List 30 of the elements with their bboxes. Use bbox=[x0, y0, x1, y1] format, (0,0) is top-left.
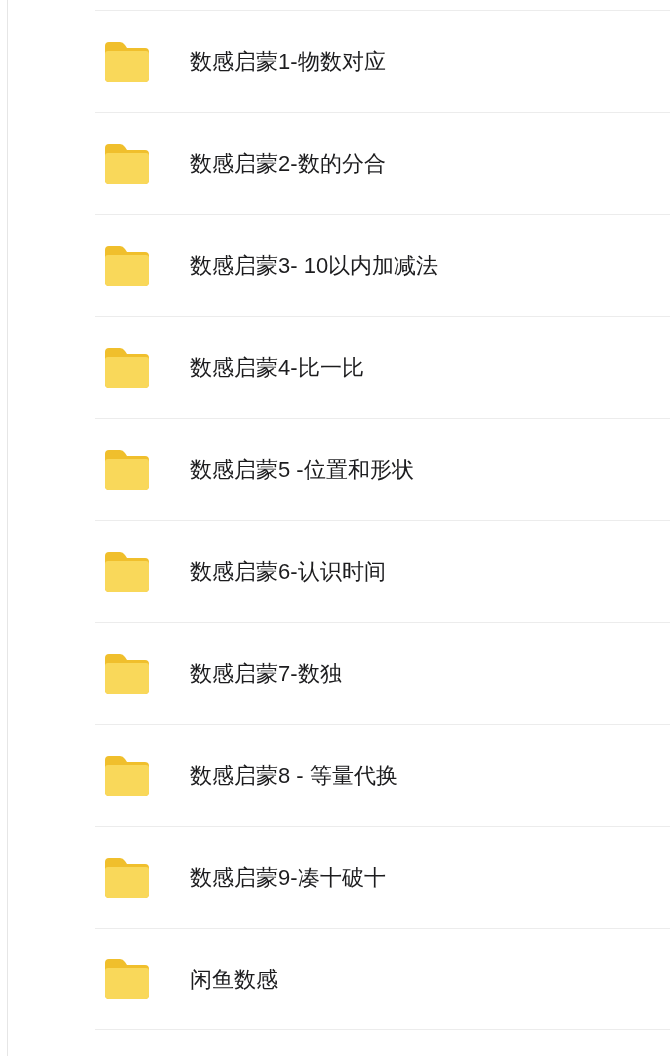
folder-name: 数感启蒙1-物数对应 bbox=[190, 48, 386, 76]
folder-row[interactable]: 数感启蒙8 - 等量代换 bbox=[95, 724, 670, 826]
folder-icon bbox=[103, 345, 151, 390]
folder-row[interactable]: 数感启蒙5 -位置和形状 bbox=[95, 418, 670, 520]
folder-icon bbox=[103, 855, 151, 900]
folder-row[interactable]: 数感启蒙3- 10以内加减法 bbox=[95, 214, 670, 316]
folder-icon bbox=[103, 651, 151, 696]
folder-row[interactable]: 数感启蒙2-数的分合 bbox=[95, 112, 670, 214]
folder-row[interactable]: 数感启蒙9-凑十破十 bbox=[95, 826, 670, 928]
folder-icon bbox=[103, 39, 151, 84]
folder-icon bbox=[103, 957, 151, 1001]
folder-name: 数感启蒙3- 10以内加减法 bbox=[190, 252, 439, 280]
folder-icon bbox=[103, 549, 151, 594]
folder-row[interactable]: 数感启蒙1-物数对应 bbox=[95, 10, 670, 112]
folder-name: 数感启蒙2-数的分合 bbox=[190, 150, 386, 178]
folder-row[interactable]: 数感启蒙4-比一比 bbox=[95, 316, 670, 418]
folder-name: 数感启蒙6-认识时间 bbox=[190, 558, 386, 586]
folder-row[interactable]: 闲鱼数感 bbox=[95, 928, 670, 1030]
folder-name: 数感启蒙7-数独 bbox=[190, 660, 342, 688]
folder-icon bbox=[103, 753, 151, 798]
folder-row[interactable]: 数感启蒙6-认识时间 bbox=[95, 520, 670, 622]
folder-name: 数感启蒙8 - 等量代换 bbox=[190, 762, 398, 790]
folder-name: 闲鱼数感 bbox=[190, 965, 278, 994]
folder-icon bbox=[103, 243, 151, 288]
folder-row[interactable]: 数感启蒙7-数独 bbox=[95, 622, 670, 724]
folder-name: 数感启蒙9-凑十破十 bbox=[190, 864, 386, 892]
folder-icon bbox=[103, 447, 151, 492]
folder-name: 数感启蒙4-比一比 bbox=[190, 354, 364, 382]
folder-name: 数感启蒙5 -位置和形状 bbox=[190, 456, 414, 484]
folder-icon bbox=[103, 141, 151, 186]
